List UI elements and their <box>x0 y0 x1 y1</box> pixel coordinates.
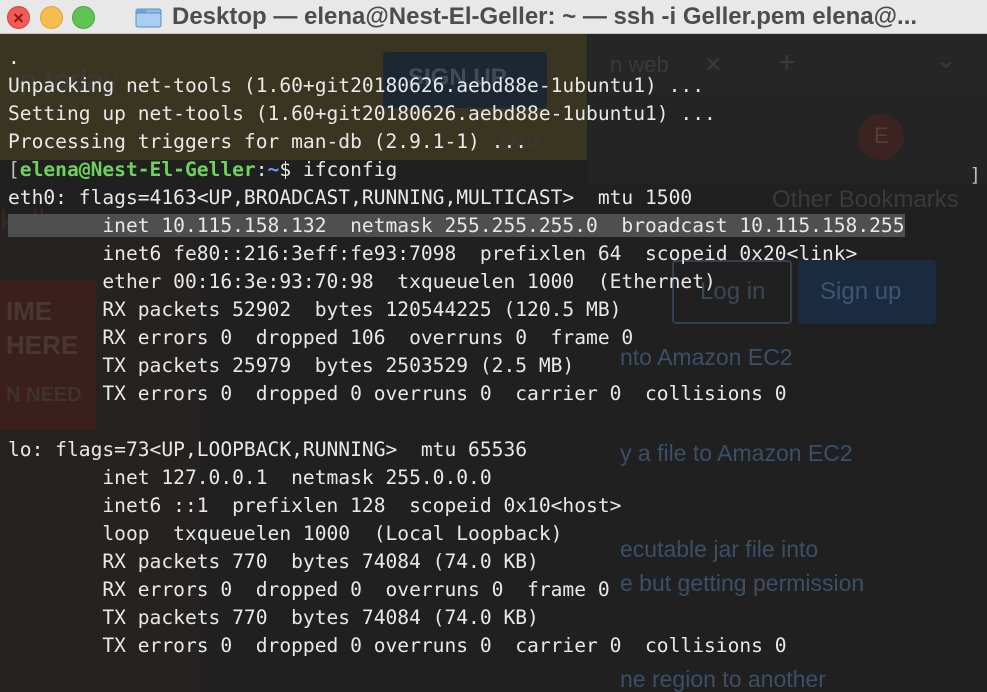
output-line: ether 00:16:3e:93:70:98 txqueuelen 1000 … <box>8 270 716 293</box>
output-line: loop txqueuelen 1000 (Local Loopback) <box>8 522 563 545</box>
prompt-user-host: elena@Nest-El-Geller <box>19 158 256 181</box>
window-titlebar[interactable]: Desktop — elena@Nest-El-Geller: ~ — ssh … <box>0 0 987 34</box>
output-line: TX errors 0 dropped 0 overruns 0 carrier… <box>8 634 787 657</box>
output-line: RX packets 770 bytes 74084 (74.0 KB) <box>8 550 539 573</box>
output-line: RX packets 52902 bytes 120544225 (120.5 … <box>8 298 622 321</box>
terminal-line: Processing triggers for man-db (2.9.1-1)… <box>8 130 528 153</box>
output-line: RX errors 0 dropped 106 overruns 0 frame… <box>8 326 634 349</box>
selected-text[interactable]: inet 10.115.158.132 netmask 255.255.255.… <box>8 214 905 237</box>
prompt-symbol: $ <box>279 158 292 181</box>
output-line: inet6 fe80::216:3eff:fe93:7098 prefixlen… <box>8 242 858 265</box>
prompt-open-bracket: [ <box>8 158 20 181</box>
prompt-command: ifconfig <box>291 158 398 181</box>
prompt-line: [elena@Nest-El-Geller:~$ ifconfig <box>8 156 987 184</box>
folder-icon <box>135 8 162 28</box>
terminal-window[interactable]: SIGN UP p today LADS n web ✕ + ⌄ E Other… <box>0 34 987 692</box>
close-window-button[interactable] <box>7 6 30 29</box>
terminal-line: . <box>8 46 20 69</box>
output-line: lo: flags=73<UP,LOOPBACK,RUNNING> mtu 65… <box>8 438 528 461</box>
output-line: TX packets 25979 bytes 2503529 (2.5 MB) <box>8 354 575 377</box>
prompt-close-bracket: ] <box>969 164 981 186</box>
output-line: RX errors 0 dropped 0 overruns 0 frame 0 <box>8 578 610 601</box>
terminal-line: Setting up net-tools (1.60+git20180626.a… <box>8 102 716 125</box>
background-link-5: ne region to another <box>620 666 826 692</box>
output-line: inet6 ::1 prefixlen 128 scopeid 0x10<hos… <box>8 494 622 517</box>
zoom-window-button[interactable] <box>72 6 95 29</box>
output-line: eth0: flags=4163<UP,BROADCAST,RUNNING,MU… <box>8 186 693 209</box>
minimize-window-button[interactable] <box>40 6 63 29</box>
output-line: TX packets 770 bytes 74084 (74.0 KB) <box>8 606 539 629</box>
terminal-output[interactable]: . Unpacking net-tools (1.60+git20180626.… <box>8 44 987 660</box>
prompt-path: ~ <box>267 158 280 181</box>
terminal-line: Unpacking net-tools (1.60+git20180626.ae… <box>8 74 704 97</box>
prompt-colon: : <box>255 158 268 181</box>
output-line: TX errors 0 dropped 0 overruns 0 carrier… <box>8 382 787 405</box>
window-title: Desktop — elena@Nest-El-Geller: ~ — ssh … <box>172 3 918 30</box>
output-line-selected[interactable]: inet 10.115.158.132 netmask 255.255.255.… <box>8 212 987 240</box>
output-line: inet 127.0.0.1 netmask 255.0.0.0 <box>8 466 492 489</box>
